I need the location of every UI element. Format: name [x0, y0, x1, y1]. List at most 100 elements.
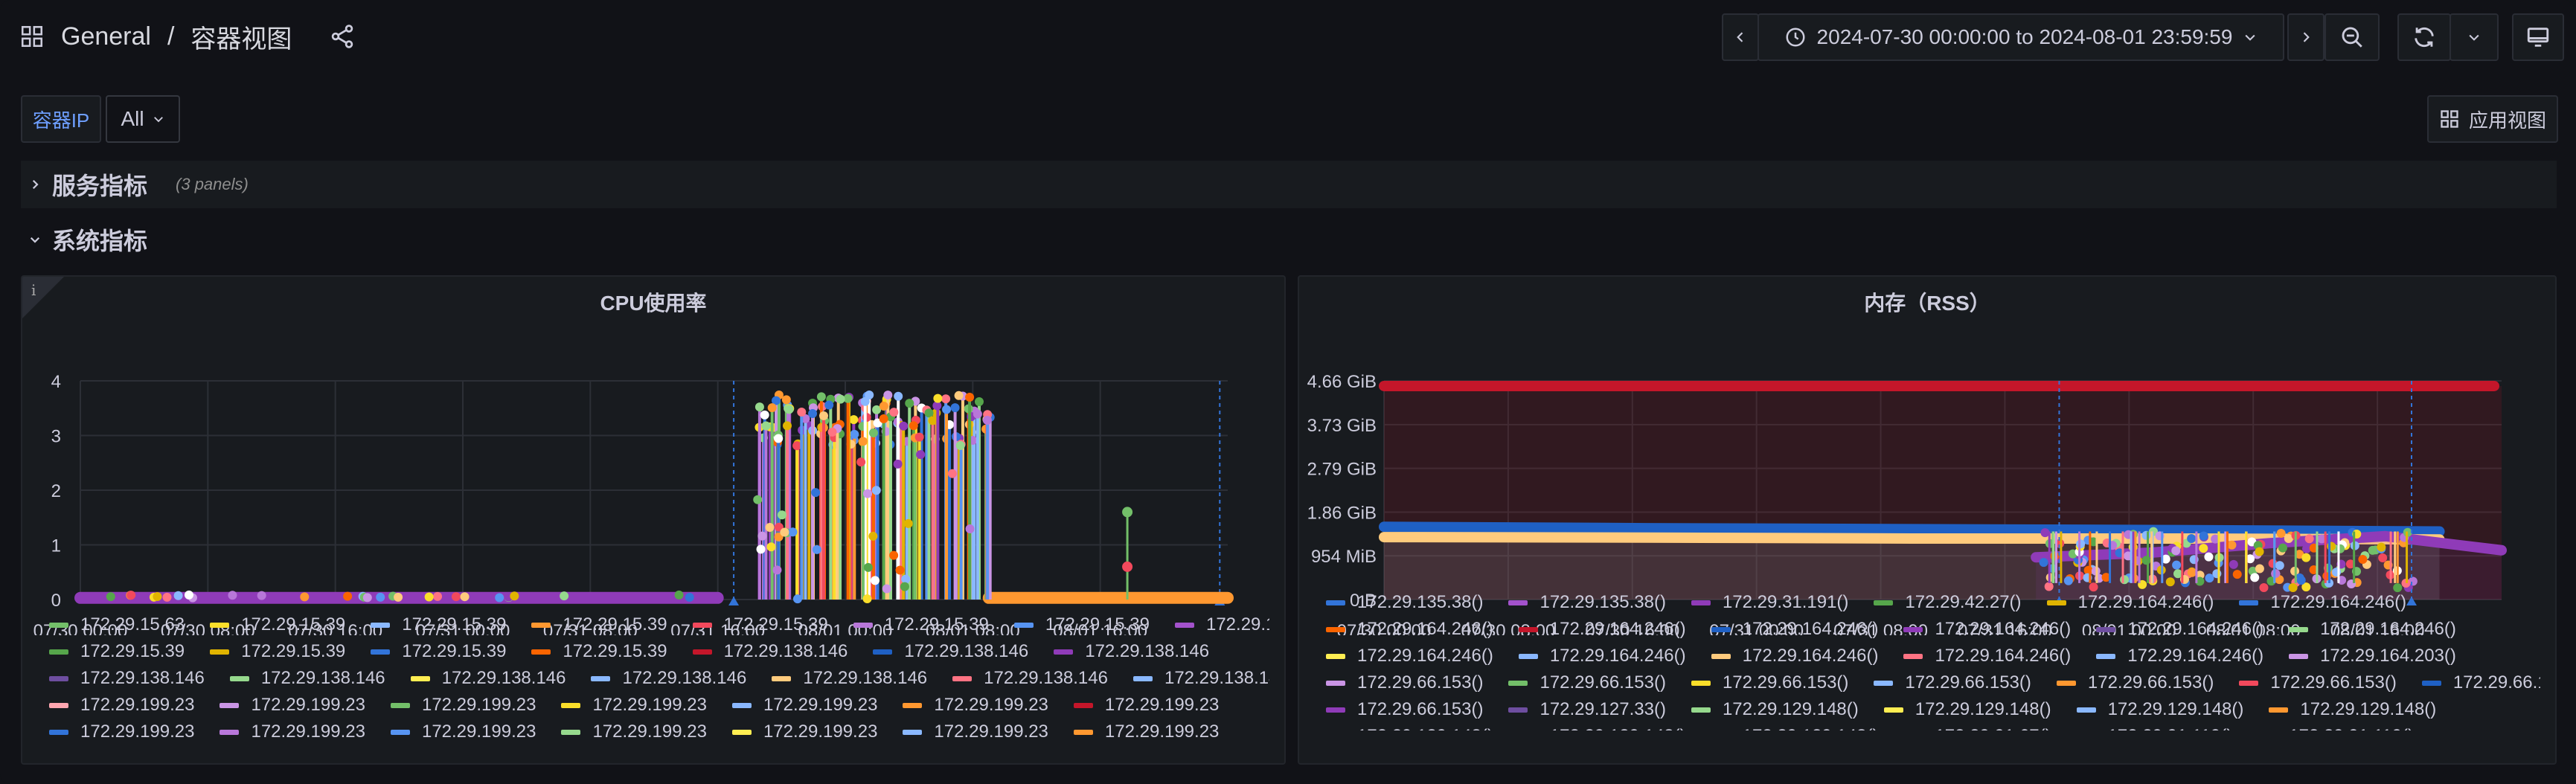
- legend-item[interactable]: 172.29.66.153(): [2056, 672, 2214, 693]
- legend-item[interactable]: 172.29.199.23: [49, 722, 194, 738]
- time-forward-button[interactable]: [2287, 13, 2325, 61]
- time-range-picker[interactable]: 2024-07-30 00:00:00 to 2024-08-01 23:59:…: [1758, 13, 2284, 61]
- legend-item[interactable]: 172.29.66.153(): [1874, 672, 2031, 693]
- legend-item[interactable]: 172.29.138.146: [772, 668, 927, 689]
- cpu-point: [433, 591, 443, 601]
- share-icon[interactable]: [329, 23, 356, 50]
- legend-item[interactable]: 172.29.199.23: [561, 722, 707, 738]
- refresh-interval-dropdown[interactable]: [2450, 13, 2499, 61]
- panel-title[interactable]: CPU使用率: [22, 287, 1284, 317]
- legend-item[interactable]: 172.29.199.23: [1073, 722, 1219, 738]
- legend-item[interactable]: 172.29.164.246(): [2289, 619, 2456, 640]
- legend-item[interactable]: 172.29.199.23: [561, 695, 707, 716]
- page-title[interactable]: 容器视图: [190, 19, 292, 55]
- legend-item[interactable]: 172.29.129.148(): [1883, 699, 2051, 720]
- legend-item[interactable]: 172.29.199.23: [390, 722, 536, 738]
- legend-item[interactable]: 172.29.138.146: [952, 668, 1108, 689]
- legend-item[interactable]: 172.29.199.23: [220, 695, 365, 716]
- legend-item[interactable]: 172.29.15.39: [853, 614, 989, 635]
- memory-chart[interactable]: 0 B954 MiB1.86 GiB2.79 GiB3.73 GiB4.66 G…: [1299, 315, 2557, 635]
- legend-item[interactable]: 172.29.135.38(): [1508, 592, 1666, 613]
- legend-item[interactable]: 172.29.91.119(): [2077, 726, 2233, 730]
- legend-item[interactable]: 172.29.66.153(): [1326, 672, 1483, 693]
- legend-item[interactable]: 172.29.15.39: [371, 641, 506, 662]
- legend-item[interactable]: 172.29.199.23: [1073, 695, 1219, 716]
- refresh-button[interactable]: [2397, 13, 2451, 61]
- zoom-out-button[interactable]: [2325, 13, 2380, 61]
- legend-item[interactable]: 172.29.164.246(): [1326, 646, 1493, 666]
- legend-item[interactable]: 172.29.138.146: [229, 668, 385, 689]
- legend-item[interactable]: 172.29.164.246(): [1711, 646, 1878, 666]
- legend-item[interactable]: 172.29.15.39: [1174, 614, 1269, 635]
- legend-item[interactable]: 172.29.164.246(): [1518, 619, 1686, 640]
- legend-item[interactable]: 172.29.164.246(): [1326, 619, 1493, 640]
- legend-item[interactable]: 172.29.15.63: [49, 614, 185, 635]
- legend-item[interactable]: 172.29.164.246(): [2046, 592, 2214, 613]
- legend-item[interactable]: 172.29.199.23: [220, 722, 365, 738]
- cpu-point: [766, 542, 776, 552]
- legend-item[interactable]: 172.29.138.146: [1132, 668, 1269, 689]
- legend-item[interactable]: 172.29.199.23: [731, 722, 877, 738]
- legend-item[interactable]: 172.29.138.146: [873, 641, 1028, 662]
- legend-item[interactable]: 172.29.15.39: [692, 614, 828, 635]
- variable-select[interactable]: All: [106, 95, 180, 143]
- app-view-link-button[interactable]: 应用视图: [2427, 95, 2558, 143]
- cpu-chart[interactable]: 0123407/30 00:00 07/30 08:00 07/30 16:00 07…: [22, 315, 1286, 635]
- legend-item[interactable]: 172.29.135.38(): [1326, 592, 1483, 613]
- legend-label: 172.29.66.153(): [1357, 672, 1484, 693]
- legend-item[interactable]: 172.29.91.67(): [1903, 726, 2051, 730]
- legend-item[interactable]: 172.29.129.148(): [1326, 726, 1493, 730]
- legend-item[interactable]: 172.29.164.246(): [2096, 619, 2263, 640]
- legend-item[interactable]: 172.29.15.39: [210, 641, 345, 662]
- legend-item[interactable]: 172.29.15.39: [531, 614, 667, 635]
- legend-item[interactable]: 172.29.15.39: [1013, 614, 1150, 635]
- legend-item[interactable]: 172.29.199.23: [49, 695, 194, 716]
- breadcrumb-folder[interactable]: General: [61, 22, 151, 51]
- mem-point: [2368, 545, 2377, 555]
- legend-item[interactable]: 172.29.164.246(): [2239, 592, 2406, 613]
- legend-item[interactable]: 172.29.199.23: [903, 722, 1048, 738]
- legend-item[interactable]: 172.29.164.246(): [1518, 646, 1686, 666]
- legend-item[interactable]: 172.29.138.146: [49, 668, 205, 689]
- legend-item[interactable]: 172.29.127.33(): [1508, 699, 1666, 720]
- legend-item[interactable]: 172.29.66.153(): [1691, 672, 1848, 693]
- legend-item[interactable]: 172.29.164.246(): [1903, 646, 2071, 666]
- row-service-metrics[interactable]: 服务指标 (3 panels): [21, 161, 2557, 208]
- legend-item[interactable]: 172.29.66.153(): [2239, 672, 2397, 693]
- dashboard-grid-icon[interactable]: [19, 24, 45, 49]
- legend-item[interactable]: 172.29.15.39: [371, 614, 506, 635]
- panel-title[interactable]: 内存（RSS）: [1299, 287, 2555, 317]
- legend-label: 172.29.199.23: [763, 695, 878, 715]
- legend-item[interactable]: 172.29.199.23: [903, 695, 1048, 716]
- legend-item[interactable]: 172.29.138.146: [410, 668, 565, 689]
- tv-mode-button[interactable]: [2512, 13, 2564, 61]
- legend-item[interactable]: 172.29.164.246(): [2096, 646, 2263, 666]
- legend-item[interactable]: 172.29.129.148(): [2076, 699, 2243, 720]
- legend-item[interactable]: 172.29.66.153(): [2421, 672, 2540, 693]
- legend-swatch: [1013, 622, 1034, 628]
- legend-item[interactable]: 172.29.66.153(): [1326, 699, 1483, 720]
- legend-item[interactable]: 172.29.129.148(): [1519, 726, 1686, 730]
- legend-item[interactable]: 172.29.129.148(): [2269, 699, 2436, 720]
- legend-item[interactable]: 172.29.66.153(): [1508, 672, 1666, 693]
- cpu-point: [761, 421, 771, 431]
- legend-item[interactable]: 172.29.15.39: [531, 641, 667, 662]
- legend-item[interactable]: 172.29.164.203(): [2289, 646, 2456, 666]
- cpu-point: [868, 531, 878, 541]
- legend-item[interactable]: 172.29.91.119(): [2258, 726, 2414, 730]
- legend-item[interactable]: 172.29.129.148(): [1691, 699, 1859, 720]
- legend-item[interactable]: 172.29.138.146: [591, 668, 746, 689]
- legend-item[interactable]: 172.29.164.246(): [1711, 619, 1878, 640]
- row-system-metrics[interactable]: 系统指标: [21, 216, 2557, 263]
- legend-item[interactable]: 172.29.15.39: [49, 641, 185, 662]
- legend-item[interactable]: 172.29.15.39: [210, 614, 345, 635]
- legend-item[interactable]: 172.29.42.27(): [1874, 592, 2022, 613]
- legend-item[interactable]: 172.29.164.246(): [1903, 619, 2071, 640]
- legend-item[interactable]: 172.29.129.148(): [1711, 726, 1879, 730]
- legend-item[interactable]: 172.29.138.146: [1054, 641, 1209, 662]
- legend-item[interactable]: 172.29.31.191(): [1691, 592, 1848, 613]
- legend-item[interactable]: 172.29.199.23: [390, 695, 536, 716]
- legend-item[interactable]: 172.29.138.146: [692, 641, 848, 662]
- time-back-button[interactable]: [1722, 13, 1759, 61]
- legend-item[interactable]: 172.29.199.23: [731, 695, 878, 716]
